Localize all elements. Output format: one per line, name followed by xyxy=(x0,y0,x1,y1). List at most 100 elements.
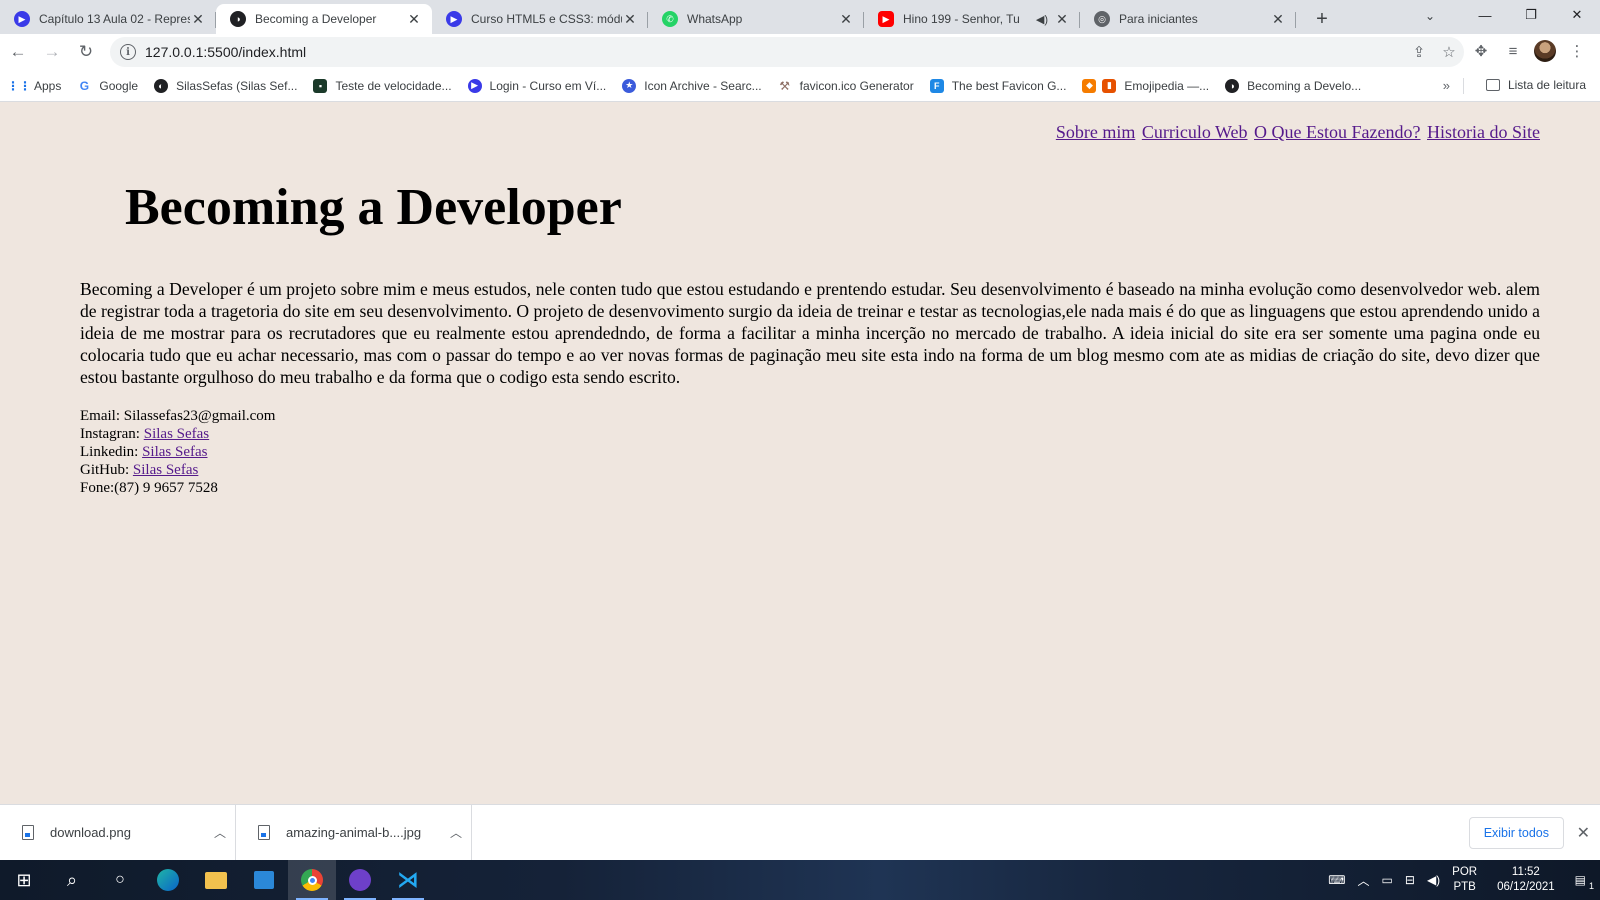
back-arrow-icon[interactable]: ← xyxy=(2,38,34,66)
bookmark-label: Google xyxy=(99,78,139,93)
close-icon[interactable]: ✕ xyxy=(622,11,638,27)
clock[interactable]: 11:52 06/12/2021 xyxy=(1483,865,1569,895)
close-window-button[interactable]: ✕ xyxy=(1554,0,1600,30)
media-control-icon[interactable]: ≡ xyxy=(1500,38,1526,64)
notification-center-icon[interactable]: ▤ 1 xyxy=(1569,873,1600,891)
instagram-link[interactable]: Silas Sefas xyxy=(144,426,209,442)
edge-icon[interactable] xyxy=(144,860,192,900)
windows-start-icon[interactable]: ⊞ xyxy=(0,860,48,900)
speedtest-icon: ▪ xyxy=(313,78,328,93)
volume-icon[interactable]: ◀) xyxy=(1421,873,1446,887)
site-info-icon[interactable]: i xyxy=(120,44,136,60)
github-desktop-icon[interactable] xyxy=(336,860,384,900)
new-tab-button[interactable]: + xyxy=(1308,5,1336,33)
reading-list-button[interactable]: Lista de leitura xyxy=(1485,78,1586,92)
close-download-bar-icon[interactable]: ✕ xyxy=(1577,823,1590,843)
meet-now-icon[interactable]: ▭ xyxy=(1376,873,1399,887)
network-icon[interactable]: ⊟ xyxy=(1399,873,1421,887)
restore-button[interactable]: ❐ xyxy=(1508,0,1554,30)
extensions-puzzle-icon[interactable]: ✥ xyxy=(1468,38,1494,64)
site-nav: Sobre mim Curriculo Web O Que Estou Faze… xyxy=(1054,122,1540,143)
tab-title: Curso HTML5 e CSS3: módulo xyxy=(471,12,622,26)
show-hidden-icons-chevron-icon[interactable]: ︿ xyxy=(1352,872,1376,889)
bookmark-github-silassefas[interactable]: ◐ SilasSefas (Silas Sef... xyxy=(154,78,297,93)
clock-date: 06/12/2021 xyxy=(1497,881,1555,893)
bookmark-label: Login - Curso em Ví... xyxy=(489,78,607,93)
close-icon[interactable]: ✕ xyxy=(1054,11,1070,27)
tab-strip: ▶ Capítulo 13 Aula 02 - Represe ✕ ◑ Beco… xyxy=(0,0,1600,34)
chrome-icon[interactable] xyxy=(288,860,336,900)
tab-capitulo-13[interactable]: ▶ Capítulo 13 Aula 02 - Represe ✕ xyxy=(0,4,216,34)
close-icon[interactable]: ✕ xyxy=(1270,11,1286,27)
forward-arrow-icon[interactable]: → xyxy=(36,38,68,66)
bookmark-becoming-a-developer[interactable]: ◑ Becoming a Develo... xyxy=(1225,78,1362,93)
dev-logo-icon: ◑ xyxy=(230,11,246,27)
linkedin-link[interactable]: Silas Sefas xyxy=(142,444,207,460)
tab-becoming-a-developer[interactable]: ◑ Becoming a Developer ✕ xyxy=(216,4,432,34)
url-text[interactable]: 127.0.0.1:5500/index.html xyxy=(145,44,1404,60)
more-bookmarks-chevron-icon[interactable]: » xyxy=(1443,78,1450,93)
tab-whatsapp[interactable]: ✆ WhatsApp ✕ xyxy=(648,4,864,34)
minimize-button[interactable]: — xyxy=(1462,0,1508,30)
github-icon: ◐ xyxy=(154,78,169,93)
reading-list-label: Lista de leitura xyxy=(1507,78,1586,92)
chevron-up-icon[interactable]: ︿ xyxy=(205,824,235,841)
globe-icon: ◎ xyxy=(1094,11,1110,27)
bookmark-shield[interactable]: ◆ xyxy=(1082,78,1097,93)
download-item[interactable]: amazing-animal-b....jpg ︿ xyxy=(236,804,472,861)
tab-hino-199[interactable]: ▶ Hino 199 - Senhor, Tu ◀) ✕ xyxy=(864,4,1080,34)
speaker-icon[interactable]: ◀) xyxy=(1036,13,1048,26)
vscode-icon[interactable]: ⋊ xyxy=(384,860,432,900)
bookmark-apps[interactable]: ⋮⋮ Apps xyxy=(7,79,61,93)
bookmark-best-favicon[interactable]: F The best Favicon G... xyxy=(929,78,1066,93)
nav-link-curriculo-web[interactable]: Curriculo Web xyxy=(1142,122,1248,142)
search-icon[interactable]: ⌕ xyxy=(48,860,96,900)
email-label: Email: xyxy=(80,408,120,424)
shield-icon: ◆ xyxy=(1082,78,1097,93)
bookmark-star-icon[interactable]: ☆ xyxy=(1434,43,1464,61)
contact-phone: Fone:(87) 9 9657 7528 xyxy=(80,479,275,497)
nav-link-o-que-estou-fazendo[interactable]: O Que Estou Fazendo? xyxy=(1254,122,1420,142)
tab-title: Para iniciantes xyxy=(1119,12,1198,26)
bookmark-curso-em-video[interactable]: ▶ Login - Curso em Ví... xyxy=(467,78,607,93)
contact-linkedin: Linkedin: Silas Sefas xyxy=(80,443,275,461)
download-bar: download.png ︿ amazing-animal-b....jpg ︿… xyxy=(0,804,1600,861)
tab-curso-html5[interactable]: ▶ Curso HTML5 e CSS3: módulo ✕ xyxy=(432,4,648,34)
bookmark-label: Becoming a Develo... xyxy=(1247,78,1362,93)
show-all-downloads-button[interactable]: Exibir todos xyxy=(1468,817,1564,849)
emojipedia-icon: ▮ xyxy=(1102,78,1117,93)
bookmark-label: favicon.ico Generator xyxy=(799,78,914,93)
tab-search-chevron-icon[interactable]: ⌄ xyxy=(1416,4,1444,28)
bookmark-speedtest[interactable]: ▪ Teste de velocidade... xyxy=(313,78,452,93)
bookmark-icon-archive[interactable]: ★ Icon Archive - Searc... xyxy=(622,78,762,93)
bookmark-google[interactable]: G Google xyxy=(77,79,138,93)
file-explorer-icon[interactable] xyxy=(192,860,240,900)
share-icon[interactable]: ⇪ xyxy=(1404,43,1434,61)
keyboard-icon[interactable]: ⌨ xyxy=(1322,873,1351,887)
address-bar[interactable]: i 127.0.0.1:5500/index.html ⇪ ☆ xyxy=(110,37,1464,67)
store-icon[interactable] xyxy=(240,860,288,900)
github-link[interactable]: Silas Sefas xyxy=(133,462,198,478)
nav-link-sobre-mim[interactable]: Sobre mim xyxy=(1056,122,1136,142)
task-view-icon[interactable]: ○ xyxy=(96,860,144,900)
download-item[interactable]: download.png ︿ xyxy=(0,804,236,861)
tab-para-iniciantes[interactable]: ◎ Para iniciantes ✕ xyxy=(1080,4,1296,34)
tab-title: Hino 199 - Senhor, Tu xyxy=(903,12,1020,26)
close-icon[interactable]: ✕ xyxy=(406,11,422,27)
video-icon: ▶ xyxy=(446,11,462,27)
nav-link-historia-do-site[interactable]: Historia do Site xyxy=(1427,122,1540,142)
close-icon[interactable]: ✕ xyxy=(838,11,854,27)
chevron-up-icon[interactable]: ︿ xyxy=(441,824,471,841)
close-icon[interactable]: ✕ xyxy=(190,11,206,27)
bookmark-emojipedia[interactable]: ▮ Emojipedia —... xyxy=(1102,78,1210,93)
profile-avatar[interactable] xyxy=(1532,38,1558,64)
menu-kebab-icon[interactable]: ⋮ xyxy=(1564,38,1590,64)
notification-count: 1 xyxy=(1588,881,1594,891)
reload-icon[interactable]: ↻ xyxy=(70,38,102,66)
phone-value: (87) 9 9657 7528 xyxy=(114,480,218,496)
bookmark-favicon-generator[interactable]: ⚒ favicon.ico Generator xyxy=(778,78,914,93)
windows-taskbar: ⊞ ⌕ ○ ⋊ ⌨ ︿ ▭ ⊟ ◀) POR PTB 11:52 06/12/2… xyxy=(0,860,1600,900)
reading-list-icon xyxy=(1485,79,1500,91)
bookmark-label: Emojipedia —... xyxy=(1124,78,1210,93)
input-language-indicator[interactable]: POR PTB xyxy=(1446,865,1483,895)
